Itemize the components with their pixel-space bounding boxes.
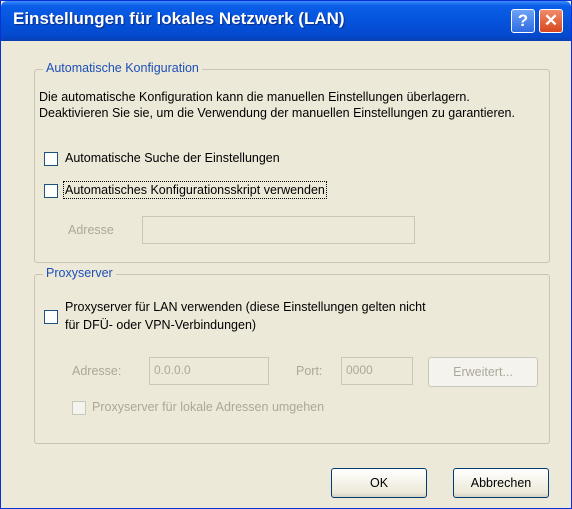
- dialog-body: Automatische Konfiguration Die automatis…: [4, 41, 568, 507]
- cancel-button[interactable]: Abbrechen: [453, 468, 549, 498]
- proxy-address-input[interactable]: 0.0.0.0: [149, 357, 269, 385]
- auto-detect-label[interactable]: Automatische Suche der Einstellungen: [65, 151, 280, 165]
- use-proxy-label-line2[interactable]: für DFÜ- oder VPN-Verbindungen): [65, 318, 256, 332]
- close-button[interactable]: ✕: [539, 9, 563, 33]
- auto-detect-checkbox[interactable]: [44, 152, 58, 166]
- auto-config-description: Die automatische Konfiguration kann die …: [39, 90, 515, 120]
- advanced-button[interactable]: Erweitert...: [428, 357, 538, 387]
- proxy-port-input[interactable]: 0000: [341, 357, 413, 385]
- lan-settings-dialog: Einstellungen für lokales Netzwerk (LAN)…: [0, 0, 572, 509]
- bypass-local-checkbox[interactable]: [72, 401, 86, 415]
- use-config-script-checkbox[interactable]: [44, 184, 58, 198]
- auto-config-group-label: Automatische Konfiguration: [43, 61, 202, 75]
- proxy-address-label: Adresse:: [72, 364, 122, 378]
- proxy-port-label: Port:: [296, 364, 323, 378]
- use-proxy-checkbox[interactable]: [44, 310, 58, 324]
- use-config-script-label[interactable]: Automatisches Konfigurationsskript verwe…: [63, 181, 327, 199]
- use-proxy-label-line1[interactable]: Proxyserver für LAN verwenden (diese Ein…: [65, 300, 426, 314]
- ok-button[interactable]: OK: [331, 468, 427, 498]
- script-address-label: Adresse: [68, 223, 114, 237]
- bypass-local-label[interactable]: Proxyserver für lokale Adressen umgehen: [92, 400, 324, 414]
- script-address-input[interactable]: [142, 216, 415, 244]
- title-bar[interactable]: Einstellungen für lokales Netzwerk (LAN)…: [1, 1, 571, 41]
- help-button[interactable]: ?: [511, 9, 535, 33]
- dialog-title: Einstellungen für lokales Netzwerk (LAN): [13, 9, 345, 28]
- proxy-group-label: Proxyserver: [43, 266, 116, 280]
